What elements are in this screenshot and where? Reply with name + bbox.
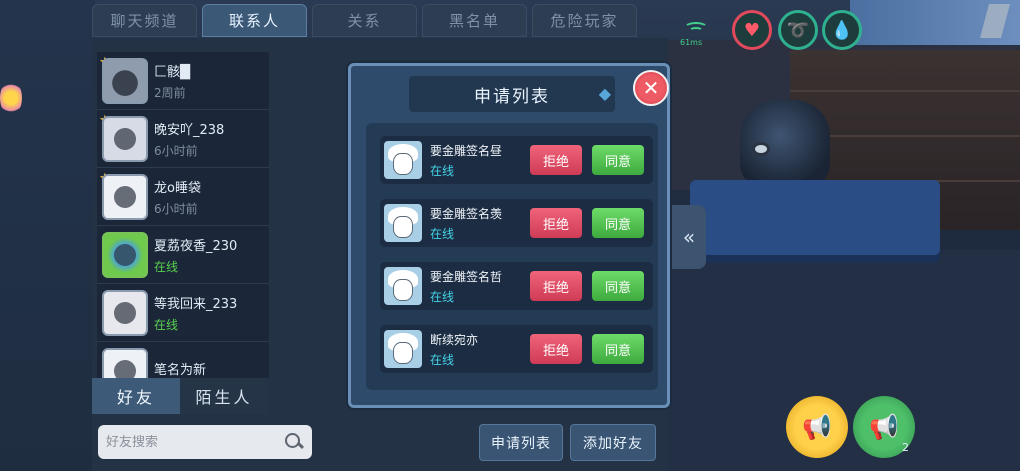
accept-button[interactable]: 同意 <box>592 145 644 175</box>
title-ornament-right-icon: ◆ <box>598 84 611 103</box>
friend-sub-tabs: 好友 陌生人 <box>92 378 268 414</box>
hunger-icon: ➰ <box>778 10 818 50</box>
friend-name: 等我回来_233 <box>154 296 238 312</box>
apply-list-button[interactable]: 申请列表 <box>479 424 563 461</box>
reject-button[interactable]: 拒绝 <box>530 145 582 175</box>
scene-bed <box>690 180 940 255</box>
health-heart-icon: ♥ <box>732 10 772 50</box>
collapse-panel-icon[interactable]: « <box>672 205 706 269</box>
friend-item[interactable]: 夏荔夜香_230 在线 <box>97 226 269 284</box>
water-drop-icon: 💧 <box>822 10 862 50</box>
requester-name: 要金雕签名昼 <box>430 143 503 158</box>
friend-status: 2周前 <box>154 85 186 100</box>
avatar <box>102 115 148 162</box>
apply-list-dialog: ◆ 申请列表 ◆ ✕ 要金雕签名昼在线 拒绝 同意 要金雕签名羡在线 拒绝 同意… <box>348 63 670 408</box>
friend-name: 笔名为新 <box>154 363 207 378</box>
megaphone-broadcast-button[interactable]: 📢 <box>786 396 848 458</box>
requester-name: 断续宛亦 <box>430 332 479 347</box>
friend-status: 6小时前 <box>154 201 198 216</box>
avatar <box>384 267 422 305</box>
tab-blacklist[interactable]: 黑名单 <box>422 4 527 37</box>
ping-readout: 61ms <box>680 38 703 47</box>
close-button[interactable]: ✕ <box>633 70 669 106</box>
avatar <box>102 57 148 104</box>
friend-name: 龙o睡袋 <box>154 180 201 196</box>
reject-button[interactable]: 拒绝 <box>530 271 582 301</box>
friend-search-input[interactable] <box>106 434 284 450</box>
tab-strangers[interactable]: 陌生人 <box>180 378 268 414</box>
friend-item[interactable]: ★ 晚安吖_2386小时前 <box>97 110 269 168</box>
requester-status: 在线 <box>430 226 455 241</box>
requester-status: 在线 <box>430 352 455 367</box>
accept-button[interactable]: 同意 <box>592 334 644 364</box>
request-list: 要金雕签名昼 在线 拒绝 同意 要金雕签名羡 在线 拒绝 同意 要金雕签名哲 在线 拒… <box>366 123 658 390</box>
friend-status: 在线 <box>154 317 179 332</box>
friend-item[interactable]: 笔名为新 <box>97 342 269 378</box>
star-decoration-icon <box>0 80 22 116</box>
requester-status: 在线 <box>430 289 455 304</box>
reject-button[interactable]: 拒绝 <box>530 334 582 364</box>
friend-name: 晚安吖_238 <box>154 122 225 138</box>
voice-count-badge: 2 <box>902 441 909 454</box>
add-friend-button[interactable]: 添加好友 <box>570 424 656 461</box>
avatar <box>102 289 148 336</box>
request-row: 要金雕签名昼 在线 拒绝 同意 <box>380 136 653 184</box>
tab-contacts[interactable]: 联系人 <box>202 4 307 37</box>
social-top-tabs: 聊天频道 联系人 关系 黑名单 危险玩家 <box>92 4 637 37</box>
requester-name: 要金雕签名哲 <box>430 269 503 284</box>
avatar <box>102 173 148 220</box>
tab-dangerous-players[interactable]: 危险玩家 <box>532 4 637 37</box>
tab-chat-channel[interactable]: 聊天频道 <box>92 4 197 37</box>
accept-button[interactable]: 同意 <box>592 271 644 301</box>
request-row: 断续宛亦在线 拒绝 同意 <box>380 325 653 373</box>
request-row: 要金雕签名哲 在线 拒绝 同意 <box>380 262 653 310</box>
friend-name: 夏荔夜香_230 <box>154 238 238 254</box>
scene-character <box>740 100 830 190</box>
avatar <box>102 347 148 378</box>
tab-friends[interactable]: 好友 <box>92 378 180 414</box>
friend-status: 6小时前 <box>154 143 198 158</box>
avatar <box>384 141 422 179</box>
tab-relations[interactable]: 关系 <box>312 4 417 37</box>
friend-status: 在线 <box>154 259 179 274</box>
request-row: 要金雕签名羡 在线 拒绝 同意 <box>380 199 653 247</box>
scene-left-backdrop <box>0 0 95 471</box>
requester-status: 在线 <box>430 163 455 178</box>
search-icon[interactable] <box>284 432 304 452</box>
scene-plank <box>790 90 1020 92</box>
reject-button[interactable]: 拒绝 <box>530 208 582 238</box>
friend-name: 匚骸█ <box>154 64 190 80</box>
avatar <box>102 231 148 278</box>
dialog-title: 申请列表 <box>409 76 615 112</box>
friend-item[interactable]: 等我回来_233 在线 <box>97 284 269 342</box>
friend-list[interactable]: ★ 匚骸█2周前 ★ 晚安吖_2386小时前 ★ 龙o睡袋6小时前 夏荔夜香_2… <box>97 52 269 378</box>
accept-button[interactable]: 同意 <box>592 208 644 238</box>
friend-item[interactable]: ★ 匚骸█2周前 <box>97 52 269 110</box>
avatar <box>384 330 422 368</box>
friend-item[interactable]: ★ 龙o睡袋6小时前 <box>97 168 269 226</box>
character-eye <box>752 142 770 156</box>
requester-name: 要金雕签名羡 <box>430 206 503 221</box>
avatar <box>384 204 422 242</box>
friend-search-box <box>98 425 312 459</box>
